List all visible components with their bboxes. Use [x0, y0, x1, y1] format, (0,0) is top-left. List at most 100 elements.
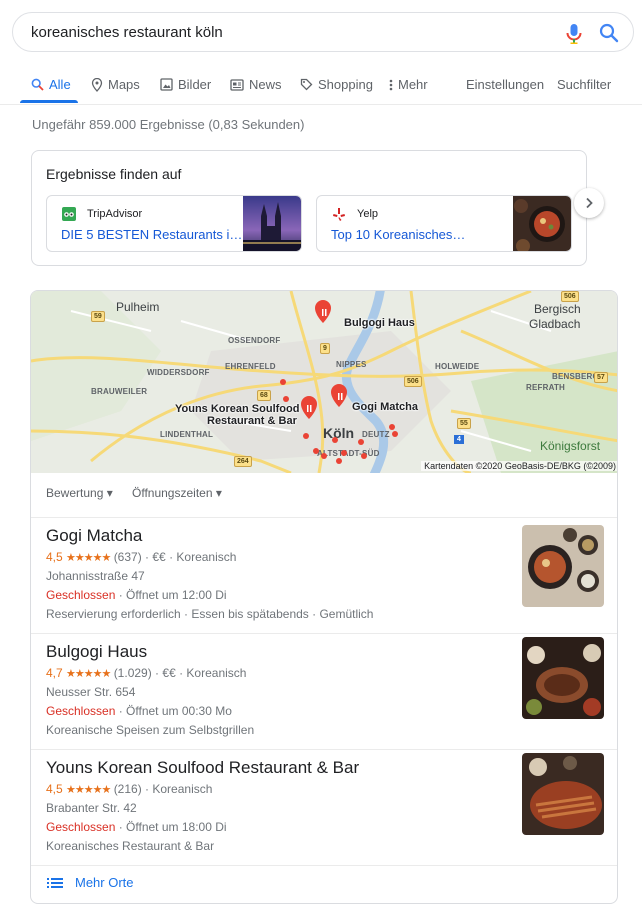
place-rating-line: 4,7 ★★★★★ (1.029) · €€ · Koreanisch	[46, 666, 247, 680]
price-level: €€	[162, 666, 176, 680]
road-shield: 59	[91, 311, 105, 322]
settings-link[interactable]: Einstellungen	[466, 77, 544, 92]
opening-time: Öffnet um 00:30 Mo	[126, 704, 232, 718]
place-attributes: Koreanische Speisen zum Selbstgrillen	[46, 723, 255, 737]
tab-maps[interactable]: Maps	[91, 77, 140, 92]
map-pin-icon	[91, 77, 103, 92]
news-icon	[230, 78, 244, 91]
more-places-label: Mehr Orte	[75, 875, 134, 890]
address: Brabanter Str. 42	[46, 801, 137, 815]
settings-label: Einstellungen	[466, 77, 545, 92]
map-label: ALTSTADT-SÜD	[317, 449, 380, 458]
local-filters: Bewertung ▾ Öffnungszeiten ▾	[31, 473, 617, 518]
tab-label: Shopping	[318, 77, 373, 92]
map-label: OSSENDORF	[228, 336, 281, 345]
place-name[interactable]: Bulgogi Haus	[46, 642, 147, 662]
tab-bilder[interactable]: Bilder	[160, 77, 211, 92]
review-count: (1.029)	[113, 666, 152, 680]
road-shield: 68	[257, 390, 271, 401]
search-icon[interactable]	[599, 23, 619, 43]
address: Johannisstraße 47	[46, 569, 145, 583]
map-place-label[interactable]: Gogi Matcha	[352, 401, 418, 413]
find-results-on-card: Ergebnisse finden auf TripAdvisor DIE 5 …	[31, 150, 587, 266]
place-photo[interactable]	[522, 753, 604, 835]
hours-filter[interactable]: Öffnungszeiten ▾	[132, 486, 222, 500]
search-icon	[31, 78, 44, 91]
tab-label: Mehr	[398, 77, 428, 92]
map-label: Königsforst	[540, 439, 601, 453]
local-result[interactable]: Bulgogi Haus 4,7 ★★★★★ (1.029) · €€ · Ko…	[31, 633, 617, 750]
rating-filter[interactable]: Bewertung ▾	[46, 486, 113, 500]
map-copyright: Kartendaten ©2020 GeoBasis-DE/BKG (©2009…	[421, 461, 617, 471]
tab-alle[interactable]: Alle	[31, 77, 71, 92]
map-place-label[interactable]: Restaurant & Bar	[207, 415, 297, 427]
open-status: Geschlossen	[46, 588, 116, 602]
source-card-tripadvisor[interactable]: TripAdvisor DIE 5 BESTEN Restaurants i…	[46, 195, 302, 252]
map-label: Pulheim	[116, 300, 160, 314]
place-attributes: Koreanisches Restaurant & Bar	[46, 839, 215, 853]
search-tools-label: Suchfilter	[557, 77, 612, 92]
search-box[interactable]: koreanisches restaurant köln	[12, 12, 634, 52]
microphone-icon[interactable]	[565, 23, 583, 45]
source-link[interactable]: DIE 5 BESTEN Restaurants i…	[61, 227, 242, 242]
price-level: €€	[152, 550, 166, 564]
star-rating-icon: ★★★★★	[66, 552, 111, 564]
search-tools-link[interactable]: Suchfilter	[557, 77, 611, 92]
road-shield: 9	[320, 343, 330, 354]
star-rating-icon: ★★★★★	[66, 668, 111, 680]
place-name[interactable]: Youns Korean Soulfood Restaurant & Bar	[46, 758, 359, 778]
map-label: BENSBERG	[552, 372, 599, 381]
star-rating-icon: ★★★★★	[66, 784, 111, 796]
review-count: (637)	[113, 550, 142, 564]
rating-value: 4,5	[46, 550, 63, 564]
map-place-label[interactable]: Bulgogi Haus	[344, 317, 415, 329]
hours-line: Geschlossen · Öffnet um 12:00 Di	[46, 588, 227, 602]
place-photo[interactable]	[522, 525, 604, 607]
map[interactable]: Pulheim Bergisch Gladbach OSSENDORF NIPP…	[31, 291, 617, 473]
map-label: Köln	[323, 425, 355, 441]
review-count: (216)	[113, 782, 142, 796]
more-vertical-icon	[389, 79, 393, 90]
tab-news[interactable]: News	[230, 77, 282, 92]
map-label: WIDDERSDORF	[147, 368, 210, 377]
map-label: NIPPES	[336, 360, 367, 369]
active-tab-indicator	[20, 100, 78, 103]
search-input[interactable]: koreanisches restaurant köln	[31, 24, 223, 41]
local-pack: Pulheim Bergisch Gladbach OSSENDORF NIPP…	[30, 290, 618, 904]
list-icon	[47, 876, 63, 894]
yelp-icon	[332, 207, 346, 221]
map-label: EHRENFELD	[225, 362, 276, 371]
tab-label: News	[249, 77, 282, 92]
map-label: REFRATH	[526, 383, 566, 392]
road-shield: 264	[234, 456, 252, 467]
tab-shopping[interactable]: Shopping	[300, 77, 373, 92]
carousel-next-button[interactable]	[574, 188, 604, 218]
place-photo[interactable]	[522, 637, 604, 719]
rating-value: 4,7	[46, 666, 63, 680]
road-shield: 506	[404, 376, 422, 387]
road-shield: 55	[457, 418, 471, 429]
open-status: Geschlossen	[46, 704, 116, 718]
tag-icon	[300, 78, 313, 91]
local-result[interactable]: Gogi Matcha 4,5 ★★★★★ (637) · €€ · Korea…	[31, 517, 617, 634]
place-name[interactable]: Gogi Matcha	[46, 526, 142, 546]
source-card-yelp[interactable]: Yelp Top 10 Koreanisches…	[316, 195, 572, 252]
more-places-button[interactable]: Mehr Orte	[31, 861, 617, 903]
map-label: DEUTZ	[362, 430, 390, 439]
map-place-label[interactable]: Youns Korean Soulfood	[175, 403, 299, 415]
open-status: Geschlossen	[46, 820, 116, 834]
place-rating-line: 4,5 ★★★★★ (216) · Koreanisch	[46, 782, 213, 796]
rating-filter-label: Bewertung	[46, 486, 104, 500]
tab-mehr[interactable]: Mehr	[389, 77, 428, 92]
source-name: TripAdvisor	[87, 208, 143, 220]
hours-filter-label: Öffnungszeiten	[132, 486, 213, 500]
address: Neusser Str. 654	[46, 685, 136, 699]
map-label: HOLWEIDE	[435, 362, 480, 371]
image-icon	[160, 78, 173, 91]
category: Koreanisch	[176, 550, 237, 564]
road-shield: 506	[561, 291, 579, 302]
opening-time: Öffnet um 18:00 Di	[126, 820, 227, 834]
source-link[interactable]: Top 10 Koreanisches…	[331, 227, 465, 242]
result-stats: Ungefähr 859.000 Ergebnisse (0,83 Sekund…	[32, 117, 305, 132]
local-result[interactable]: Youns Korean Soulfood Restaurant & Bar 4…	[31, 749, 617, 866]
